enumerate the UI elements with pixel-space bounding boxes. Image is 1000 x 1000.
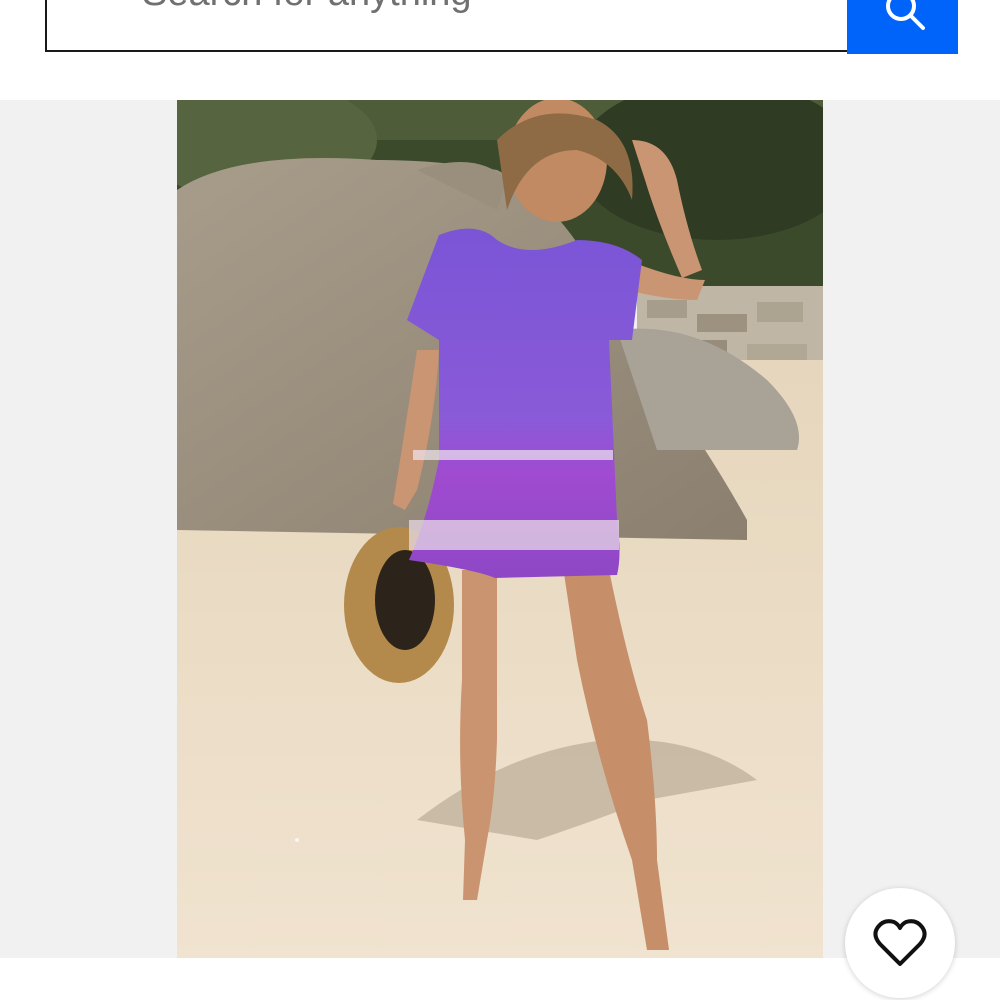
search-input[interactable]: Search for anything xyxy=(142,0,472,14)
listing-photo[interactable] xyxy=(177,100,823,958)
header: Search for anything xyxy=(0,0,1000,100)
search-box[interactable]: Search for anything xyxy=(45,0,847,52)
image-gallery[interactable] xyxy=(0,100,1000,958)
heart-icon xyxy=(873,919,927,966)
search-icon xyxy=(886,0,925,30)
search-button[interactable] xyxy=(847,0,958,54)
photo-illustration xyxy=(177,100,823,958)
watch-button[interactable] xyxy=(845,888,955,998)
